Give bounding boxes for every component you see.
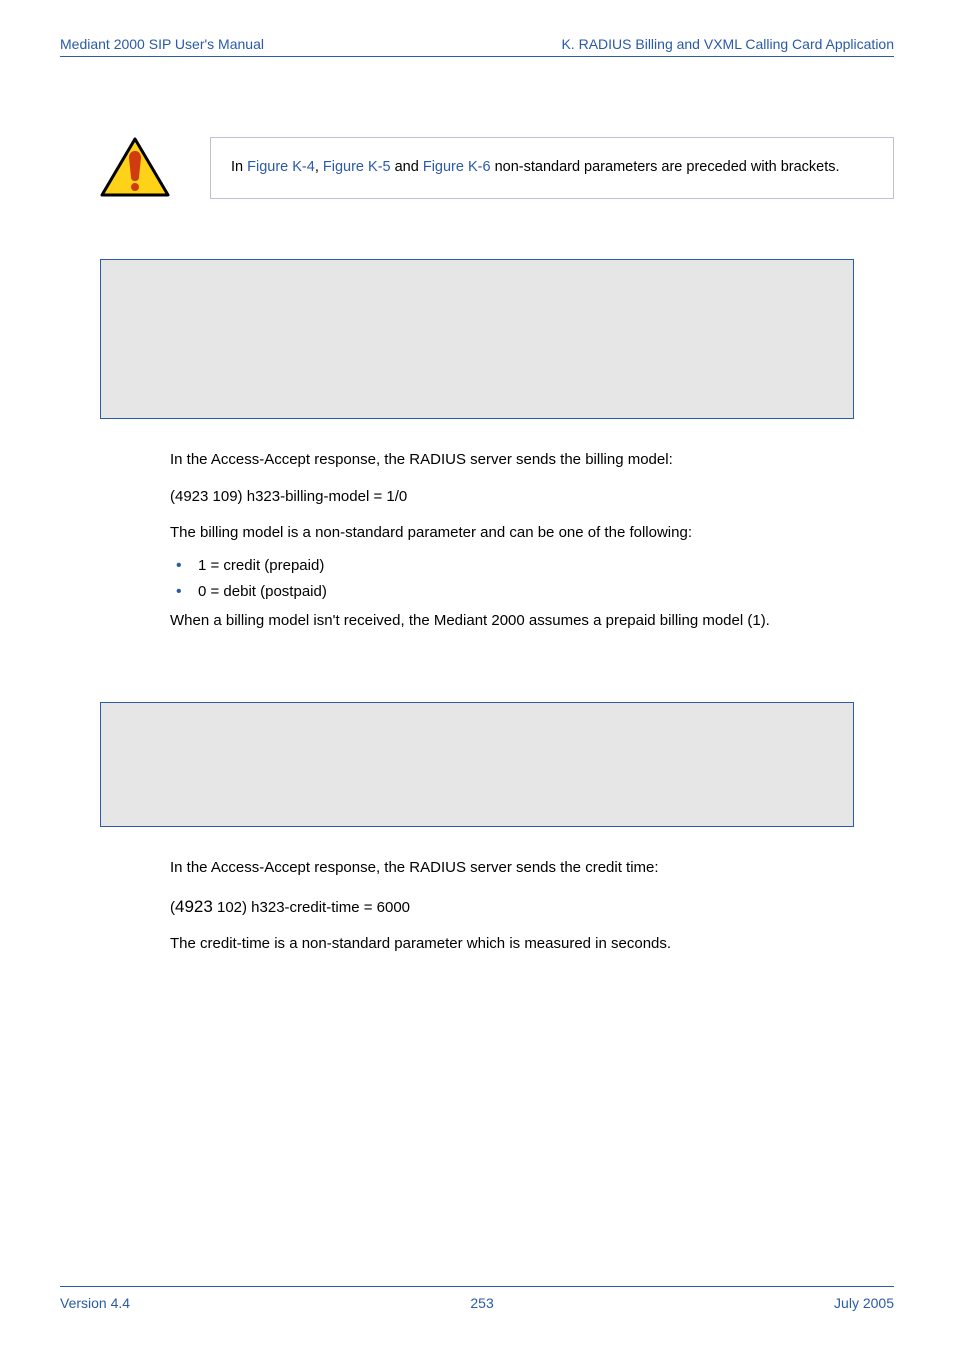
warning-icon — [100, 137, 170, 199]
paragraph: The credit-time is a non-standard parame… — [170, 933, 854, 956]
footer-page-number: 253 — [470, 1295, 493, 1311]
warning-icon-cell — [100, 137, 210, 199]
section-credit-time: In the Access-Accept response, the RADIU… — [170, 857, 854, 956]
bullet-list: 1 = credit (prepaid) 0 = debit (postpaid… — [170, 555, 854, 604]
header-left: Mediant 2000 SIP User's Manual — [60, 36, 264, 52]
paragraph: The billing model is a non-standard para… — [170, 522, 854, 545]
figure-placeholder-1 — [100, 259, 854, 419]
warning-sep1: , — [315, 159, 323, 175]
figure-link-k5[interactable]: Figure K-5 — [323, 159, 391, 175]
warning-text: In Figure K-4, Figure K-5 and Figure K-6… — [210, 137, 894, 199]
warning-post: non-standard parameters are preceded wit… — [491, 159, 840, 175]
page-header: Mediant 2000 SIP User's Manual K. RADIUS… — [60, 36, 894, 57]
list-item: 0 = debit (postpaid) — [170, 581, 854, 604]
paragraph: (4923 102) h323-credit-time = 6000 — [170, 894, 854, 920]
figure-placeholder-2 — [100, 702, 854, 827]
page-footer: Version 4.4 253 July 2005 — [60, 1286, 894, 1311]
header-right: K. RADIUS Billing and VXML Calling Card … — [561, 36, 894, 52]
footer-date: July 2005 — [834, 1295, 894, 1311]
warning-sep2: and — [391, 159, 423, 175]
paragraph: In the Access-Accept response, the RADIU… — [170, 449, 854, 472]
section-billing-model: In the Access-Accept response, the RADIU… — [170, 449, 854, 632]
figure-link-k4[interactable]: Figure K-4 — [247, 159, 315, 175]
paragraph: When a billing model isn't received, the… — [170, 610, 854, 633]
paragraph: In the Access-Accept response, the RADIU… — [170, 857, 854, 880]
text: 4923 — [175, 897, 213, 916]
text: 102) h323-credit-time = 6000 — [213, 899, 410, 916]
page: Mediant 2000 SIP User's Manual K. RADIUS… — [0, 0, 954, 1351]
warning-callout: In Figure K-4, Figure K-5 and Figure K-6… — [100, 137, 894, 199]
paragraph: (4923 109) h323-billing-model = 1/0 — [170, 486, 854, 509]
warning-pre: In — [231, 159, 247, 175]
footer-version: Version 4.4 — [60, 1295, 130, 1311]
figure-link-k6[interactable]: Figure K-6 — [423, 159, 491, 175]
list-item: 1 = credit (prepaid) — [170, 555, 854, 578]
